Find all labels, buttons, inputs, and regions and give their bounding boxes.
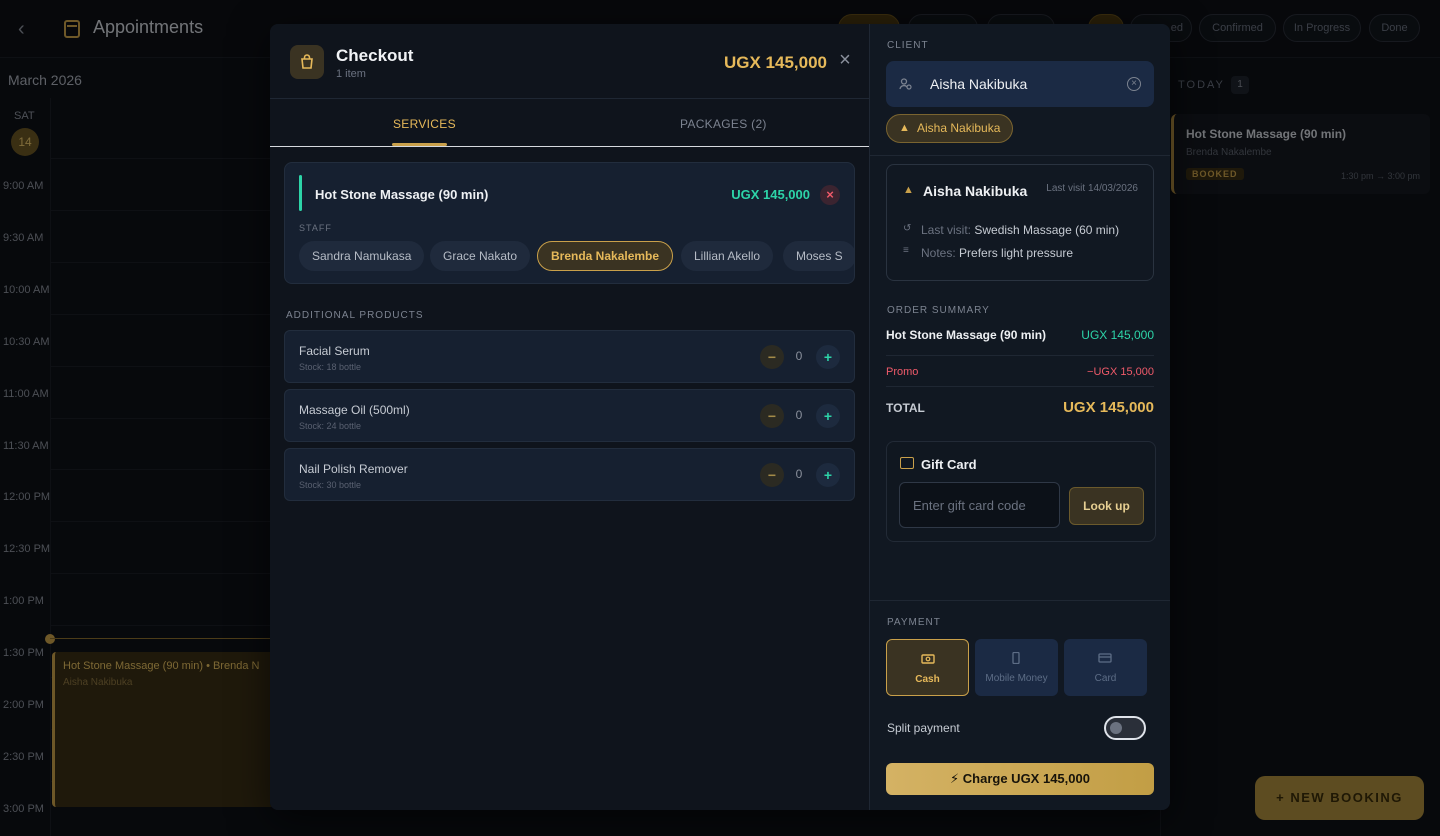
checkout-main: Checkout 1 item UGX 145,000 SERVICES PAC…	[270, 24, 869, 810]
decrement-button[interactable]: −	[760, 345, 784, 369]
decrement-button[interactable]: −	[760, 463, 784, 487]
total-value: UGX 145,000	[1063, 399, 1154, 416]
payment-card-label: Card	[1094, 673, 1117, 684]
additional-products-label: ADDITIONAL PRODUCTS	[286, 310, 424, 321]
staff-chip-grace[interactable]: Grace Nakato	[430, 241, 531, 271]
tab-services[interactable]: SERVICES	[393, 117, 456, 131]
product-stock: Stock: 18 bottle	[299, 362, 362, 372]
payment-cash[interactable]: Cash	[886, 639, 969, 696]
staff-chip-sandra[interactable]: Sandra Namukasa	[299, 241, 425, 271]
client-info-card: ▲ Aisha Nakibuka Last visit 14/03/2026 ↺…	[886, 164, 1154, 281]
staff-chip-moses[interactable]: Moses S	[783, 241, 854, 271]
remove-service-button[interactable]: ×	[820, 185, 840, 205]
last-visit-row: Last visit: Swedish Massage (60 min)	[921, 223, 1119, 237]
clear-icon[interactable]: ×	[1127, 77, 1141, 91]
service-card: Hot Stone Massage (90 min) UGX 145,000 ×…	[284, 162, 855, 284]
product-name: Massage Oil (500ml)	[299, 403, 410, 417]
lightning-icon: ⚡︎	[950, 771, 963, 786]
gift-card-section: Gift Card Look up	[886, 441, 1156, 542]
product-quantity: 0	[795, 408, 803, 422]
order-summary-label: ORDER SUMMARY	[887, 305, 990, 316]
service-price: UGX 145,000	[731, 187, 810, 202]
product-name: Facial Serum	[299, 344, 370, 358]
notes-label: Notes:	[921, 246, 956, 260]
checkout-sidebar: CLIENT Aisha Nakibuka × ▲ Aisha Nakibuka…	[869, 24, 1170, 810]
gift-card-input[interactable]	[899, 482, 1060, 528]
total-label: TOTAL	[886, 401, 925, 415]
staff-chip-brenda[interactable]: Brenda Nakalembe	[537, 241, 674, 271]
client-search-field[interactable]: Aisha Nakibuka ×	[886, 61, 1154, 107]
service-name: Hot Stone Massage (90 min)	[315, 187, 489, 202]
user-search-icon	[899, 77, 913, 91]
staff-chips: Sandra Namukasa Grace Nakato Brenda Naka…	[299, 241, 854, 273]
split-payment-toggle[interactable]	[1104, 716, 1146, 740]
increment-button[interactable]: +	[816, 463, 840, 487]
checkout-modal: Checkout 1 item UGX 145,000 SERVICES PAC…	[270, 24, 1170, 810]
decrement-button[interactable]: −	[760, 404, 784, 428]
increment-button[interactable]: +	[816, 345, 840, 369]
notes-value: Prefers light pressure	[959, 246, 1074, 260]
payment-mobile-money[interactable]: Mobile Money	[975, 639, 1058, 696]
increment-button[interactable]: +	[816, 404, 840, 428]
product-quantity: 0	[795, 349, 803, 363]
phone-icon	[1012, 652, 1020, 664]
last-visit-value: Swedish Massage (60 min)	[974, 223, 1120, 237]
person-icon: ▲	[903, 184, 914, 196]
product-stock: Stock: 30 bottle	[299, 480, 362, 490]
product-row: Massage Oil (500ml) Stock: 24 bottle − 0…	[284, 389, 855, 442]
summary-item-name: Hot Stone Massage (90 min)	[886, 328, 1047, 342]
charge-label: Charge UGX 145,000	[962, 771, 1090, 786]
divider	[870, 600, 1170, 601]
payment-mobile-money-label: Mobile Money	[985, 673, 1048, 684]
notes-row: Notes: Prefers light pressure	[921, 246, 1073, 260]
shopping-bag-icon	[290, 45, 324, 79]
staff-chip-lillian[interactable]: Lillian Akello	[681, 241, 774, 271]
checkout-title: Checkout	[336, 46, 414, 65]
gift-icon	[900, 457, 914, 469]
divider	[886, 355, 1154, 356]
selected-client-name: Aisha Nakibuka	[917, 121, 1001, 135]
client-label: CLIENT	[887, 40, 929, 51]
product-quantity: 0	[795, 467, 803, 481]
payment-cash-label: Cash	[915, 674, 940, 685]
card-icon	[1098, 653, 1112, 663]
charge-button[interactable]: ⚡︎ Charge UGX 145,000	[886, 763, 1154, 795]
divider	[886, 386, 1154, 387]
tabs-divider	[270, 146, 869, 147]
last-visit-date: Last visit 14/03/2026	[1046, 183, 1138, 194]
promo-label: Promo	[886, 366, 919, 378]
product-name: Nail Polish Remover	[299, 462, 408, 476]
toggle-knob	[1110, 722, 1122, 734]
header-divider	[270, 98, 869, 99]
close-icon[interactable]: ×	[836, 50, 854, 70]
client-search-value: Aisha Nakibuka	[930, 76, 1028, 92]
close-icon: ×	[826, 187, 834, 202]
cash-icon	[921, 654, 935, 664]
selected-client-chip[interactable]: ▲ Aisha Nakibuka	[886, 114, 1014, 143]
product-stock: Stock: 24 bottle	[299, 421, 362, 431]
product-row: Facial Serum Stock: 18 bottle − 0 +	[284, 330, 855, 383]
staff-label: STAFF	[299, 223, 332, 233]
last-visit-label: Last visit:	[921, 223, 972, 237]
person-icon: ▲	[899, 122, 910, 134]
history-icon: ↺	[903, 223, 912, 234]
split-payment-label: Split payment	[887, 721, 960, 735]
client-name: Aisha Nakibuka	[923, 183, 1028, 199]
divider	[870, 155, 1170, 156]
product-row: Nail Polish Remover Stock: 30 bottle − 0…	[284, 448, 855, 501]
checkout-item-count: 1 item	[336, 68, 366, 80]
gift-card-title: Gift Card	[921, 457, 977, 472]
payment-label: PAYMENT	[887, 617, 941, 628]
lookup-button[interactable]: Look up	[1069, 487, 1144, 525]
payment-card[interactable]: Card	[1064, 639, 1147, 696]
service-accent-bar	[299, 175, 302, 211]
tab-packages[interactable]: PACKAGES (2)	[680, 117, 767, 131]
summary-item-price: UGX 145,000	[1081, 328, 1154, 342]
notes-icon: ≡	[903, 245, 909, 256]
checkout-total: UGX 145,000	[723, 53, 827, 72]
promo-value: −UGX 15,000	[1087, 366, 1154, 378]
